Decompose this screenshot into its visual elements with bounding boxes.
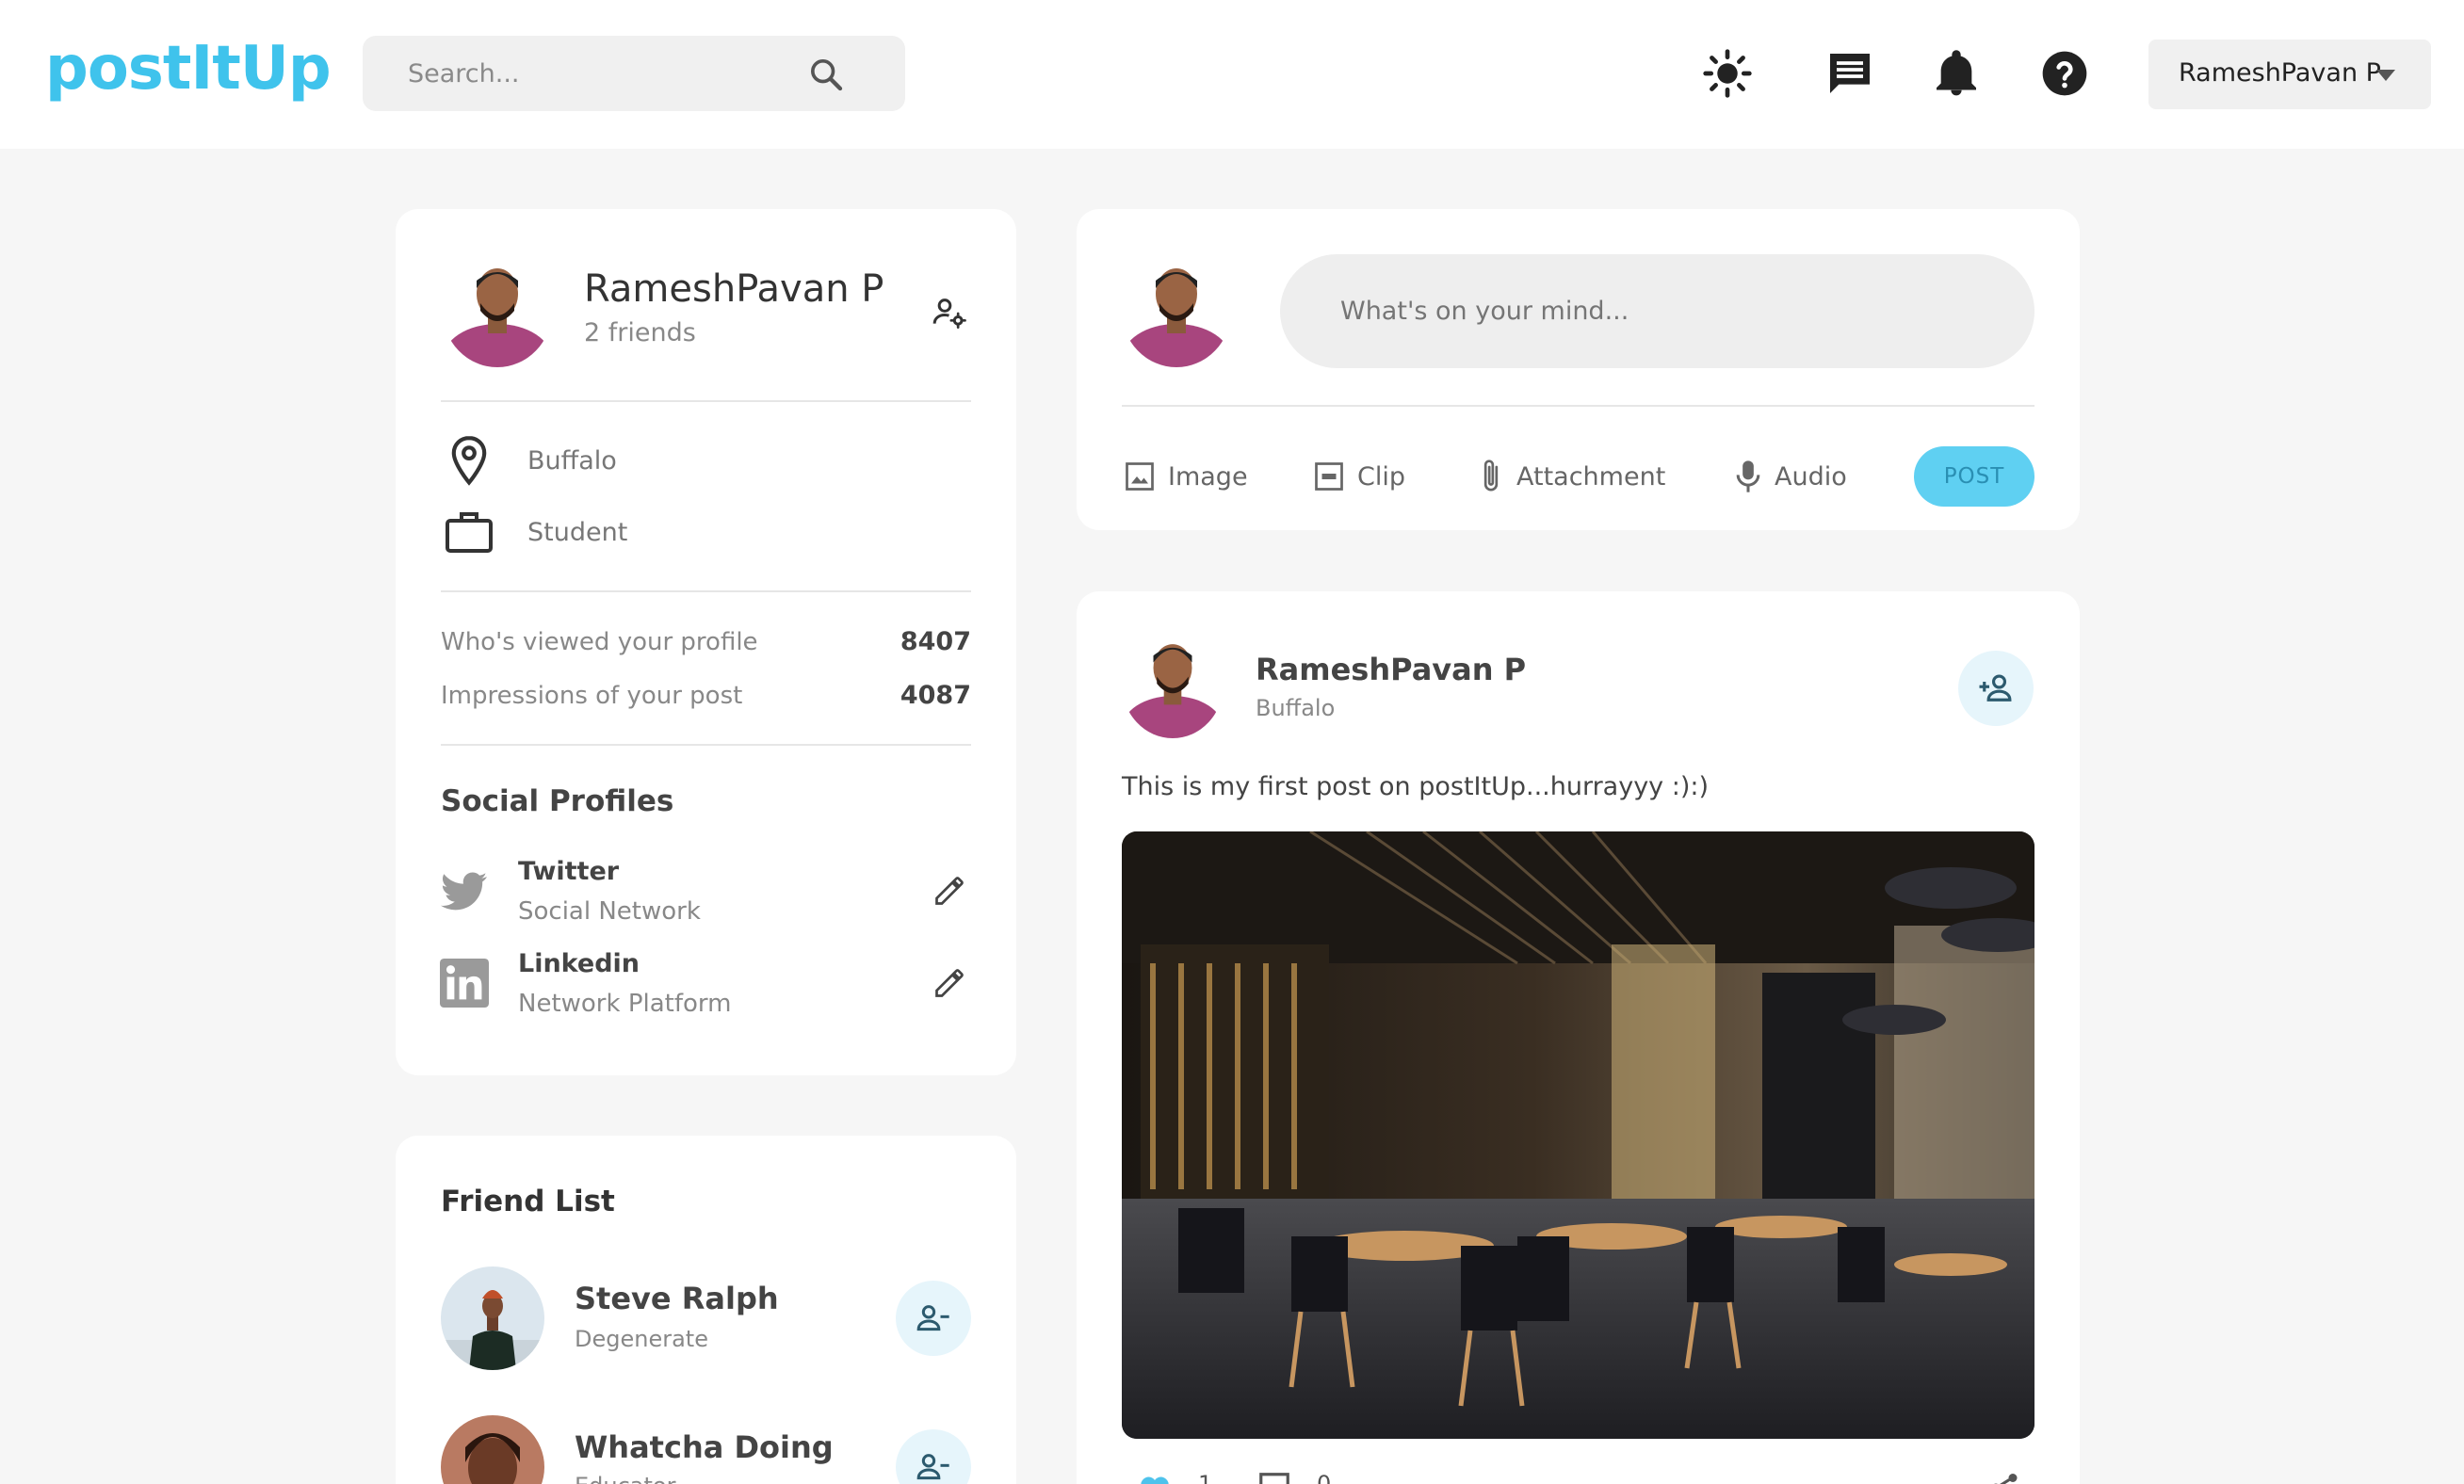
light-mode-icon[interactable] xyxy=(1701,47,1754,100)
attachment-icon xyxy=(1483,460,1499,492)
linkedin-icon xyxy=(440,959,489,1008)
share-icon[interactable] xyxy=(1987,1471,2021,1484)
search-input[interactable] xyxy=(363,36,815,111)
add-friend-button[interactable] xyxy=(1958,651,2034,726)
profile-name[interactable]: RameshPavan P xyxy=(584,267,883,311)
comment-icon[interactable] xyxy=(1256,1471,1292,1484)
twitter-icon xyxy=(441,872,487,911)
notifications-icon[interactable] xyxy=(1930,47,1983,100)
person-add-icon xyxy=(1979,674,2012,702)
post-text: This is my first post on postItUp...hurr… xyxy=(1122,772,1710,801)
friend-avatar-steve[interactable] xyxy=(441,1266,544,1370)
composer-tool-clip-label: Clip xyxy=(1357,461,1405,492)
composer-tool-clip[interactable]: Clip xyxy=(1312,458,1405,495)
top-navbar: postItUp RameshPavan P xyxy=(0,0,2464,149)
post-button[interactable]: POST xyxy=(1914,446,2034,507)
search-icon[interactable] xyxy=(807,56,845,93)
composer-tool-image[interactable]: Image xyxy=(1123,458,1248,495)
composer-tool-attachment-label: Attachment xyxy=(1516,461,1666,492)
help-icon[interactable] xyxy=(2038,47,2091,100)
profile-avatar[interactable] xyxy=(443,254,552,367)
stat-label-profile-views: Who's viewed your profile xyxy=(441,628,758,656)
post-author-avatar[interactable] xyxy=(1122,629,1224,738)
stat-value-impressions: 4087 xyxy=(900,681,971,710)
profile-friends-count: 2 friends xyxy=(584,318,696,347)
friend-name-whatcha[interactable]: Whatcha Doing xyxy=(575,1429,834,1465)
profile-divider-1 xyxy=(441,400,971,402)
social-twitter-type: Social Network xyxy=(518,897,701,926)
user-menu-label: RameshPavan P xyxy=(2179,58,2381,88)
like-count: 1 xyxy=(1198,1471,1213,1484)
user-menu-select[interactable]: RameshPavan P xyxy=(2148,40,2431,109)
app-logo[interactable]: postItUp xyxy=(45,34,332,104)
profile-divider-2 xyxy=(441,590,971,592)
comment-count: 0 xyxy=(1317,1471,1332,1484)
like-icon[interactable] xyxy=(1136,1471,1174,1484)
post-image[interactable] xyxy=(1122,831,2034,1439)
post-text-input[interactable] xyxy=(1280,254,2034,368)
composer-tool-attachment[interactable]: Attachment xyxy=(1477,458,1665,495)
microphone-icon xyxy=(1736,460,1760,492)
person-remove-icon xyxy=(916,1305,949,1331)
profile-divider-3 xyxy=(441,744,971,746)
composer-tool-audio[interactable]: Audio xyxy=(1733,458,1847,495)
stat-label-impressions: Impressions of your post xyxy=(441,682,743,710)
friend-subtitle-whatcha: Educator xyxy=(575,1473,675,1484)
chevron-down-icon xyxy=(2376,70,2395,81)
manage-account-icon[interactable] xyxy=(931,294,968,331)
post-author-name[interactable]: RameshPavan P xyxy=(1256,652,1526,687)
edit-linkedin-icon[interactable] xyxy=(932,966,966,1000)
composer-avatar xyxy=(1122,254,1231,367)
friend-name-steve[interactable]: Steve Ralph xyxy=(575,1281,779,1316)
profile-location: Buffalo xyxy=(527,446,617,476)
friend-subtitle-steve: Degenerate xyxy=(575,1326,708,1352)
message-icon[interactable] xyxy=(1824,47,1876,100)
gif-icon xyxy=(1315,462,1343,491)
work-icon xyxy=(446,512,493,553)
profile-occupation: Student xyxy=(527,518,628,547)
edit-twitter-icon[interactable] xyxy=(932,874,966,908)
composer-tool-audio-label: Audio xyxy=(1775,461,1847,492)
person-remove-icon xyxy=(916,1454,949,1480)
post-author-location: Buffalo xyxy=(1256,695,1336,721)
composer-tool-image-label: Image xyxy=(1168,461,1248,492)
social-linkedin-type: Network Platform xyxy=(518,990,732,1018)
social-twitter-name: Twitter xyxy=(518,857,620,886)
image-icon xyxy=(1126,462,1154,491)
social-linkedin-name: Linkedin xyxy=(518,949,640,978)
remove-friend-button-steve[interactable] xyxy=(896,1281,971,1356)
stat-value-profile-views: 8407 xyxy=(900,627,971,656)
composer-divider xyxy=(1122,405,2034,407)
location-icon xyxy=(451,436,487,486)
social-profiles-title: Social Profiles xyxy=(441,784,674,818)
friend-list-title: Friend List xyxy=(441,1185,615,1218)
